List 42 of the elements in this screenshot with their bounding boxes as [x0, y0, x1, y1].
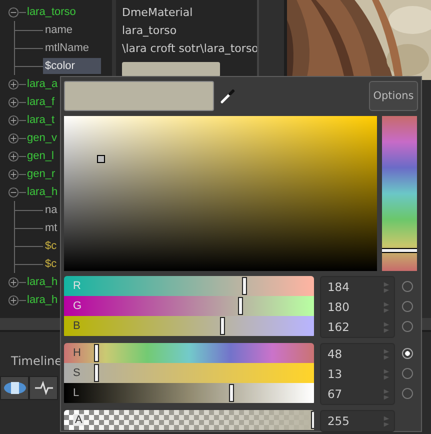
tree-item[interactable]: $c: [43, 238, 59, 254]
number-field[interactable]: 180: [321, 297, 394, 317]
number-field[interactable]: 184: [321, 277, 394, 297]
slider-track[interactable]: S: [64, 363, 314, 383]
number-field[interactable]: 67: [321, 384, 394, 404]
channel-label: H: [73, 347, 81, 359]
channel-label: A: [73, 414, 84, 426]
tree-item[interactable]: lara_torso: [26, 5, 77, 19]
slider-track[interactable]: G: [64, 296, 314, 316]
timeline-label: Timeline: [11, 354, 62, 368]
tree-item[interactable]: lara_t: [26, 113, 56, 127]
tree-item[interactable]: lara_f: [26, 95, 56, 109]
value-text: lara_torso: [122, 24, 177, 36]
tree-item[interactable]: mt: [43, 220, 60, 236]
options-button[interactable]: Options: [369, 81, 418, 111]
tree-item[interactable]: $color: [43, 58, 101, 74]
tree-item[interactable]: na: [43, 202, 60, 218]
value-text: \lara croft sotr\lara_torso: [122, 42, 258, 54]
tree-item[interactable]: $c: [43, 256, 59, 272]
channel-label: L: [73, 387, 80, 399]
channel-label: G: [73, 300, 82, 312]
tree-item[interactable]: gen_v: [26, 131, 58, 145]
tree-item[interactable]: lara_a: [26, 77, 59, 91]
channel-label: S: [73, 367, 80, 379]
tree-item[interactable]: lara_h: [26, 185, 59, 199]
slider-track[interactable]: L: [64, 383, 314, 403]
tree-item[interactable]: mtlName: [43, 40, 92, 56]
number-field[interactable]: 13: [321, 364, 394, 384]
number-field[interactable]: 48: [321, 344, 394, 364]
tree-item[interactable]: lara_h: [26, 293, 59, 307]
number-field[interactable]: 162: [321, 317, 394, 337]
tree-item[interactable]: gen_r: [26, 167, 56, 181]
tree-item[interactable]: lara_h: [26, 275, 59, 289]
channel-label: R: [73, 280, 81, 292]
slider-track[interactable]: B: [64, 316, 314, 336]
number-field[interactable]: 255: [321, 411, 394, 431]
tree-item[interactable]: name: [43, 22, 75, 38]
slider-track[interactable]: A: [64, 410, 314, 430]
slider-track[interactable]: H: [64, 343, 314, 363]
channel-label: B: [73, 320, 80, 332]
value-text: DmeMaterial: [122, 6, 193, 18]
tree-item[interactable]: gen_l: [26, 149, 55, 163]
